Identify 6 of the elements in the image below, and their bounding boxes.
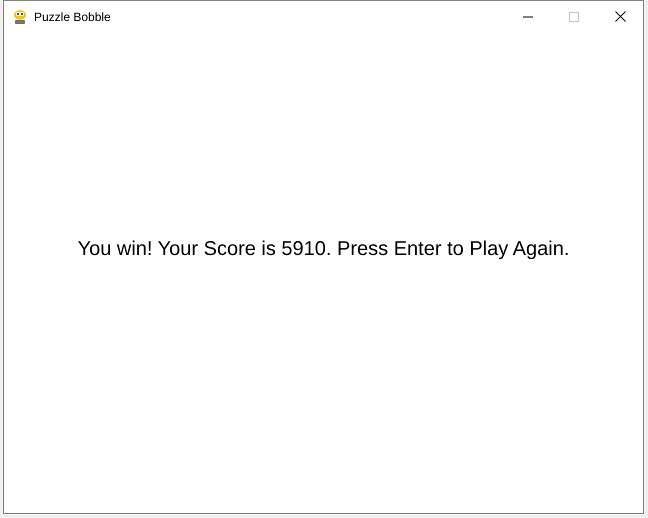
window-title: Puzzle Bobble	[34, 8, 111, 26]
win-message: You win! Your Score is 5910. Press Enter to Play Again.	[78, 236, 570, 262]
maximize-icon	[569, 12, 579, 22]
close-icon	[614, 11, 626, 22]
minimize-icon	[523, 16, 533, 18]
snake-icon	[12, 8, 28, 24]
